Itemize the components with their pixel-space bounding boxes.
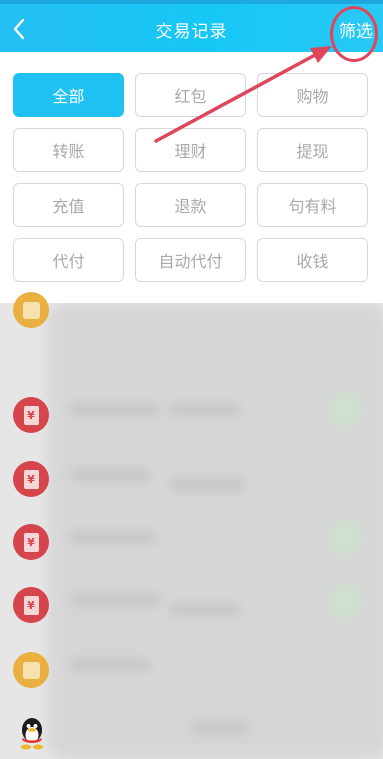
blurred-text <box>70 658 150 672</box>
red-packet-icon: ¥ <box>13 461 49 497</box>
filter-chip-pay-for-other[interactable]: 代付 <box>13 238 124 282</box>
blurred-text <box>70 531 155 545</box>
blurred-amount <box>328 521 362 555</box>
red-packet-icon: ¥ <box>13 397 49 433</box>
blurred-text <box>70 468 150 482</box>
annotation-arrow-icon <box>154 46 332 143</box>
blurred-text <box>170 403 240 417</box>
filter-chip-receive-money[interactable]: 收钱 <box>257 238 368 282</box>
blurred-text <box>170 603 240 617</box>
shopping-bag-icon <box>13 652 49 688</box>
blurred-text <box>190 721 250 735</box>
blurred-text <box>170 478 245 492</box>
transaction-list-blurred <box>0 303 383 759</box>
red-packet-icon: ¥ <box>13 524 49 560</box>
blurred-amount <box>328 393 362 427</box>
blurred-text <box>70 403 160 417</box>
red-packet-icon: ¥ <box>13 587 49 623</box>
filter-chip-auto-pay[interactable]: 自动代付 <box>135 238 246 282</box>
qq-penguin-icon <box>21 718 43 750</box>
blurred-text <box>70 593 160 607</box>
blurred-amount <box>328 585 362 619</box>
shopping-bag-icon <box>13 292 49 328</box>
